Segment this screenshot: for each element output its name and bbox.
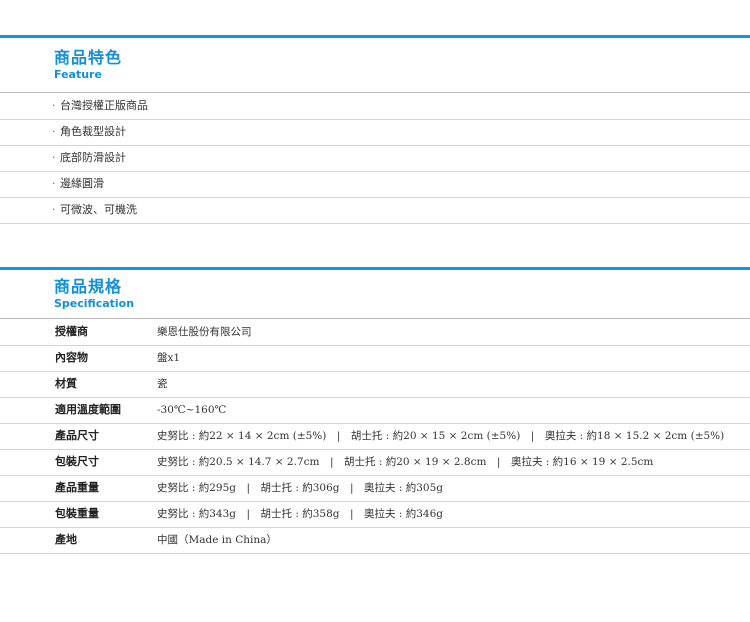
bullet-dot: · <box>52 125 56 138</box>
feature-item: · 可微波、可機洗 <box>52 197 137 223</box>
spec-row: 產地 中國（Made in China） <box>0 527 750 553</box>
feature-item-text: 台灣授權正版商品 <box>60 99 148 112</box>
bullet-dot: · <box>52 99 56 112</box>
spec-row: 包裝重量 史努比 : 約343g | 胡士托 : 約358g | 奧拉夫 : 約3… <box>0 501 750 527</box>
spec-row: 材質 瓷 <box>0 371 750 397</box>
feature-item-text: 可微波、可機洗 <box>60 203 137 216</box>
spec-row: 適用溫度範圍 -30℃~160℃ <box>0 397 750 423</box>
spec-label: 產品重量 <box>55 481 99 494</box>
feature-top-bar <box>0 35 750 38</box>
spec-value: 史努比 : 約20.5 × 14.7 × 2.7cm | 胡士托 : 約20 ×… <box>157 456 654 468</box>
spec-label: 適用溫度範圍 <box>55 403 121 416</box>
spec-value: 瓷 <box>157 378 168 390</box>
spec-value: 樂恩仕股份有限公司 <box>157 326 252 338</box>
feature-item: · 底部防滑設計 <box>52 145 126 171</box>
spec-label: 授權商 <box>55 325 88 338</box>
feature-item-text: 底部防滑設計 <box>60 151 126 164</box>
feature-item: · 台灣授權正版商品 <box>52 93 148 119</box>
feature-title: 商品特色 <box>54 48 123 67</box>
spec-row: 產品重量 史努比 : 約295g | 胡士托 : 約306g | 奧拉夫 : 約3… <box>0 475 750 501</box>
spec-label: 產地 <box>55 533 77 546</box>
feature-item-text: 角色裁型設計 <box>60 125 126 138</box>
spec-value: 史努比 : 約343g | 胡士托 : 約358g | 奧拉夫 : 約346g <box>157 508 444 520</box>
spec-row: 內容物 盤x1 <box>0 345 750 371</box>
bullet-dot: · <box>52 177 56 190</box>
spec-label: 材質 <box>55 377 77 390</box>
spec-value: -30℃~160℃ <box>157 404 227 416</box>
spec-value: 中國（Made in China） <box>157 534 277 546</box>
feature-item: · 邊緣圓滑 <box>52 171 104 197</box>
bullet-dot: · <box>52 203 56 216</box>
spec-label: 包裝尺寸 <box>55 455 99 468</box>
spec-title: 商品規格 <box>54 277 123 296</box>
spec-row: 產品尺寸 史努比 : 約22 × 14 × 2cm (±5%) | 胡士托 : 約… <box>0 423 750 449</box>
bullet-dot: · <box>52 151 56 164</box>
spec-row: 授權商 樂恩仕股份有限公司 <box>0 319 750 345</box>
spec-top-bar <box>0 267 750 270</box>
spec-label: 內容物 <box>55 351 88 364</box>
spec-value: 盤x1 <box>157 352 181 364</box>
spec-value: 史努比 : 約22 × 14 × 2cm (±5%) | 胡士托 : 約20 ×… <box>157 430 725 442</box>
feature-row-divider <box>0 223 750 224</box>
spec-label: 包裝重量 <box>55 507 99 520</box>
spec-row-divider <box>0 553 750 554</box>
feature-subtitle: Feature <box>54 68 102 81</box>
feature-item: · 角色裁型設計 <box>52 119 126 145</box>
spec-value: 史努比 : 約295g | 胡士托 : 約306g | 奧拉夫 : 約305g <box>157 482 444 494</box>
spec-label: 產品尺寸 <box>55 429 99 442</box>
feature-item-text: 邊緣圓滑 <box>60 177 104 190</box>
feature-row-divider <box>0 171 750 172</box>
spec-row: 包裝尺寸 史努比 : 約20.5 × 14.7 × 2.7cm | 胡士托 : 約… <box>0 449 750 475</box>
spec-subtitle: Specification <box>54 297 135 310</box>
